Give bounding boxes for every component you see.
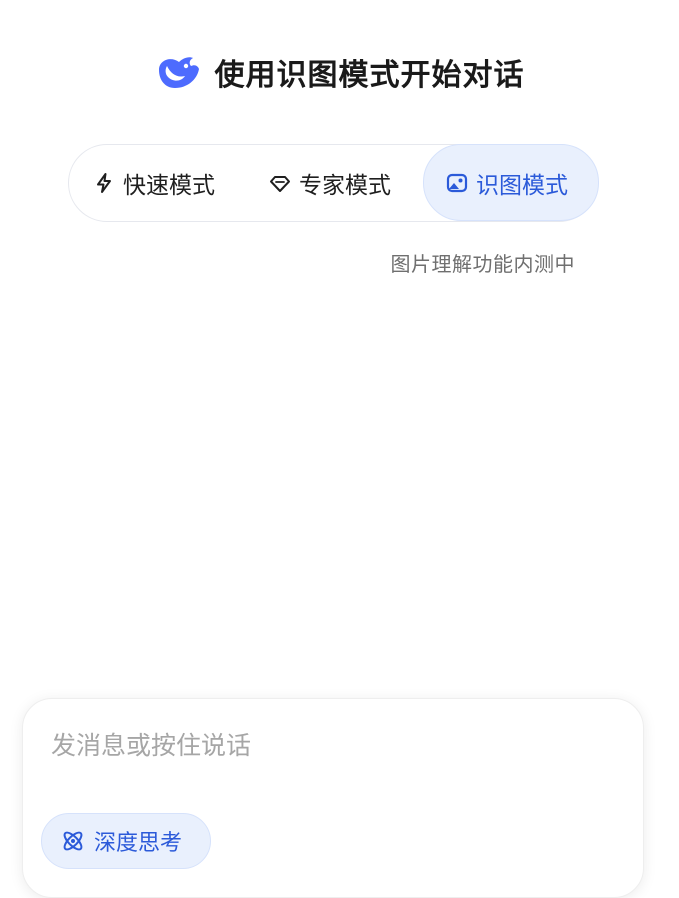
lightning-icon (93, 172, 115, 194)
page-title: 使用识图模式开始对话 (214, 58, 525, 93)
beta-notice: 图片理解功能内测中 (390, 252, 575, 276)
vision-mode-label: 识图模式 (476, 172, 568, 199)
mode-selector: 快速模式 专家模式 识图模式 (68, 144, 599, 222)
atom-icon (60, 828, 86, 854)
deep-think-label: 深度思考 (94, 831, 183, 856)
image-icon (446, 172, 468, 194)
page-header: 使用识图模式开始对话 (0, 44, 679, 100)
diamond-icon (269, 172, 291, 194)
fast-mode-label: 快速模式 (123, 172, 215, 199)
deep-think-button[interactable]: 深度思考 (41, 813, 211, 869)
expert-mode-tab[interactable]: 专家模式 (269, 145, 391, 220)
expert-mode-label: 专家模式 (299, 172, 391, 199)
message-composer: 深度思考 (22, 698, 644, 898)
whale-logo-icon (155, 52, 201, 92)
message-input[interactable] (51, 725, 611, 765)
fast-mode-tab[interactable]: 快速模式 (93, 145, 215, 220)
vision-mode-tab[interactable]: 识图模式 (423, 144, 599, 221)
